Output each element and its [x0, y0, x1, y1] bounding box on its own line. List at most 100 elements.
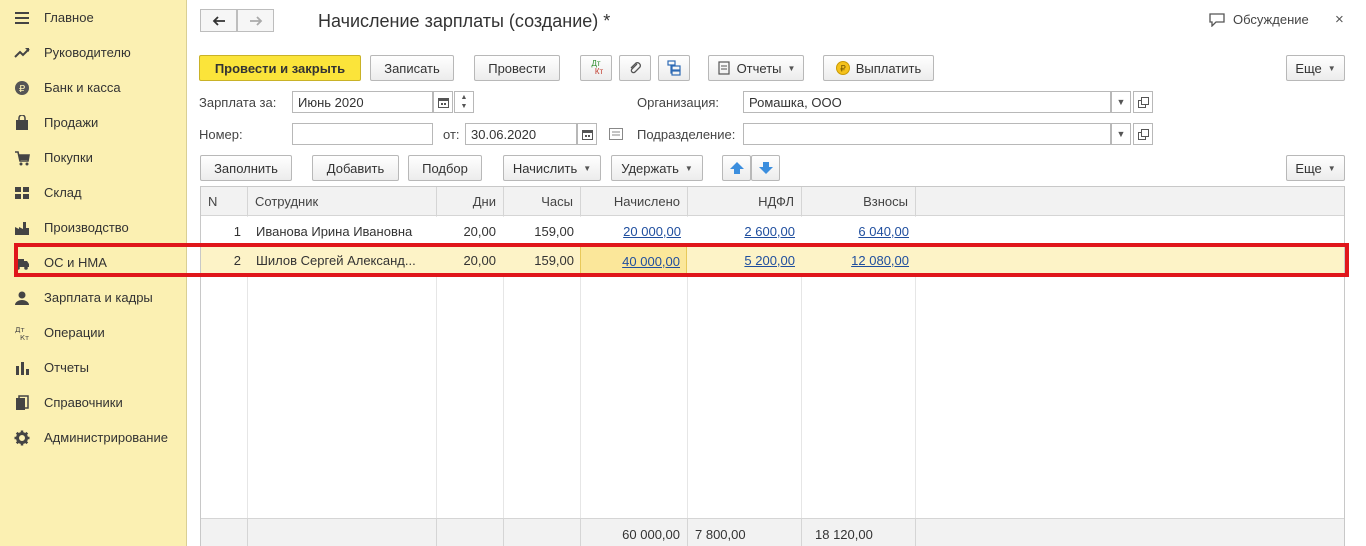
date-from-label: от:	[443, 127, 460, 142]
withhold-menu-button[interactable]: Удержать ▼	[611, 155, 703, 181]
post-button[interactable]: Провести	[474, 55, 560, 81]
cell-contrib[interactable]: 6 040,00	[801, 217, 915, 246]
forward-button[interactable]	[237, 9, 274, 32]
chat-icon	[1209, 12, 1225, 27]
department-label: Подразделение:	[637, 127, 736, 142]
salary-period-field[interactable]: Июнь 2020	[292, 91, 433, 113]
fill-button[interactable]: Заполнить	[200, 155, 292, 181]
table-footer-totals: 60 000,00 7 800,00 18 120,00	[201, 518, 1344, 546]
chevron-down-icon: ▼	[1116, 129, 1126, 139]
dt-kt-button[interactable]: Дт Кт	[580, 55, 612, 81]
calendar-button[interactable]	[433, 91, 453, 113]
sidebar-item-warehouse[interactable]: Склад	[0, 175, 186, 210]
spin-down-icon: ▼	[460, 103, 468, 110]
cell-hours: 159,00	[534, 253, 574, 268]
organization-dropdown-button[interactable]: ▼	[1111, 91, 1131, 113]
save-button[interactable]: Записать	[370, 55, 454, 81]
attach-button[interactable]	[619, 55, 651, 81]
period-spinner[interactable]: ▲ ▼	[454, 91, 474, 113]
cell-ndfl[interactable]: 5 200,00	[687, 246, 801, 275]
menu-icon	[0, 10, 44, 26]
sidebar-item-salary[interactable]: Зарплата и кадры	[0, 280, 186, 315]
chevron-down-icon: ▼	[583, 163, 592, 173]
sidebar-item-label: Отчеты	[44, 360, 89, 375]
svg-text:Кт: Кт	[20, 334, 29, 341]
sidebar-item-reports[interactable]: Отчеты	[0, 350, 186, 385]
withhold-label: Удержать	[621, 160, 679, 176]
col-accrued[interactable]: Начислено	[581, 187, 688, 216]
sidebar-item-label: Покупки	[44, 150, 93, 165]
reports-menu-button[interactable]: Отчеты ▼	[708, 55, 804, 81]
hierarchy-icon	[667, 60, 681, 76]
department-field[interactable]	[743, 123, 1111, 145]
page-title: Начисление зарплаты (создание) *	[318, 11, 611, 31]
table-row-selected[interactable]: 2 Шилов Сергей Александ... 20,00 159,00 …	[201, 246, 1344, 275]
sidebar-item-production[interactable]: Производство	[0, 210, 186, 245]
cell-days: 20,00	[463, 224, 496, 239]
close-button[interactable]: ×	[1335, 11, 1344, 28]
department-dropdown-button[interactable]: ▼	[1111, 123, 1131, 145]
shopping-bag-icon	[0, 114, 44, 131]
move-up-button[interactable]	[722, 155, 751, 181]
department-open-button[interactable]	[1133, 123, 1153, 145]
move-down-button[interactable]	[751, 155, 780, 181]
organization-open-button[interactable]	[1133, 91, 1153, 113]
structure-button[interactable]	[658, 55, 690, 81]
post-and-close-button[interactable]: Провести и закрыть	[199, 55, 361, 81]
cell-hours: 159,00	[534, 224, 574, 239]
gear-icon	[0, 430, 44, 446]
calendar-icon	[437, 97, 449, 108]
select-button[interactable]: Подбор	[408, 155, 482, 181]
sidebar-item-operations[interactable]: Дт Кт Операции	[0, 315, 186, 350]
back-button[interactable]	[200, 9, 237, 32]
table-header: N Сотрудник Дни Часы Начислено НДФЛ Взно…	[201, 187, 1344, 216]
svg-text:₽: ₽	[840, 65, 846, 75]
table-more-button[interactable]: Еще ▼	[1286, 155, 1345, 181]
table-row[interactable]: 1 Иванова Ирина Ивановна 20,00 159,00 20…	[201, 217, 1344, 246]
sidebar-item-label: ОС и НМА	[44, 255, 107, 270]
col-contrib[interactable]: Взносы	[802, 187, 916, 216]
organization-field[interactable]: Ромашка, ООО	[743, 91, 1111, 113]
sidebar-item-manager[interactable]: Руководителю	[0, 35, 186, 70]
sidebar-item-label: Справочники	[44, 395, 123, 410]
cell-contrib[interactable]: 12 080,00	[801, 246, 915, 275]
sidebar-item-label: Банк и касса	[44, 80, 121, 95]
chevron-down-icon: ▼	[684, 163, 693, 173]
sidebar-item-label: Продажи	[44, 115, 99, 130]
accrue-label: Начислить	[512, 160, 578, 176]
arrow-up-icon	[729, 162, 744, 174]
sidebar-item-fixed-assets[interactable]: ОС и НМА	[0, 245, 186, 280]
sidebar-item-admin[interactable]: Администрирование	[0, 420, 186, 455]
books-icon	[0, 394, 44, 411]
sidebar-item-bank[interactable]: ₽ Банк и касса	[0, 70, 186, 105]
number-label: Номер:	[199, 127, 243, 142]
sidebar-item-purchases[interactable]: Покупки	[0, 140, 186, 175]
col-n[interactable]: N	[201, 187, 248, 216]
col-hours[interactable]: Часы	[504, 187, 581, 216]
comment-icon[interactable]	[609, 128, 623, 143]
sidebar-item-sales[interactable]: Продажи	[0, 105, 186, 140]
sidebar-item-label: Производство	[44, 220, 129, 235]
chevron-down-icon: ▼	[1327, 163, 1336, 173]
col-ndfl[interactable]: НДФЛ	[688, 187, 802, 216]
number-field[interactable]	[292, 123, 433, 145]
accrue-menu-button[interactable]: Начислить ▼	[503, 155, 601, 181]
person-icon	[0, 290, 44, 306]
col-employee[interactable]: Сотрудник	[248, 187, 437, 216]
col-days[interactable]: Дни	[437, 187, 504, 216]
more-actions-button[interactable]: Еще ▼	[1286, 55, 1345, 81]
document-form: Начисление зарплаты (создание) * Обсужде…	[187, 0, 1366, 546]
sidebar-item-directories[interactable]: Справочники	[0, 385, 186, 420]
sidebar-item-main[interactable]: Главное	[0, 0, 186, 35]
cell-accrued-focused[interactable]: 40 000,00	[580, 246, 687, 275]
salary-period-label: Зарплата за:	[199, 95, 277, 110]
discussion-button[interactable]: Обсуждение	[1209, 12, 1309, 27]
cell-ndfl[interactable]: 2 600,00	[687, 217, 801, 246]
add-button[interactable]: Добавить	[312, 155, 399, 181]
date-field[interactable]: 30.06.2020	[465, 123, 577, 145]
pay-button[interactable]: ₽ Выплатить	[823, 55, 934, 81]
date-calendar-button[interactable]	[577, 123, 597, 145]
sidebar: Главное Руководителю ₽ Банк и касса Прод…	[0, 0, 187, 546]
open-link-icon	[1137, 128, 1149, 140]
cell-accrued[interactable]: 20 000,00	[580, 217, 687, 246]
